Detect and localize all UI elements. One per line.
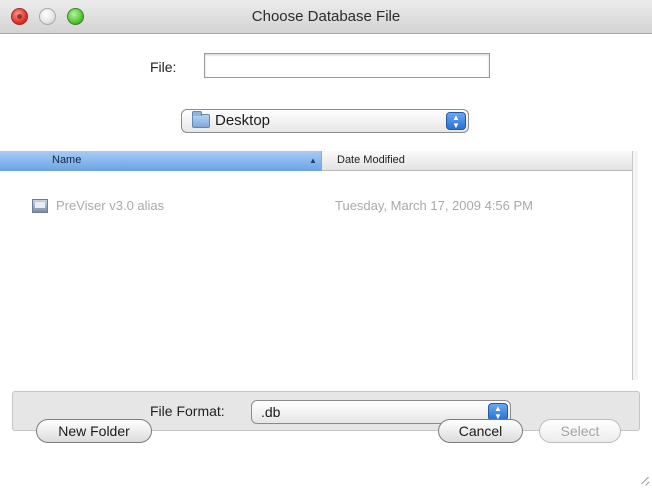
sort-ascending-icon: ▲ [309,156,317,165]
cancel-button[interactable]: Cancel [438,419,523,443]
alias-icon [32,199,48,213]
file-list-header: Name ▲ Date Modified [0,151,632,171]
select-button[interactable]: Select [539,419,621,443]
title-bar[interactable]: Choose Database File [0,0,652,34]
list-item-name: PreViser v3.0 alias [56,198,165,213]
file-format-value: .db [261,404,281,420]
location-popup[interactable]: Desktop ▲ ▼ [181,109,469,133]
list-item-date: Tuesday, March 17, 2009 4:56 PM [335,198,533,213]
file-list[interactable]: PreViser v3.0 alias Tuesday, March 17, 2… [0,172,632,380]
file-format-label: File Format: [150,403,225,419]
window-title: Choose Database File [251,8,401,25]
popup-stepper-icon: ▲ ▼ [446,112,466,130]
location-label: Desktop [215,112,271,129]
folder-icon [192,111,210,128]
new-folder-button[interactable]: New Folder [36,419,152,443]
file-name-input[interactable] [204,53,490,78]
column-header-name-label: Name [52,154,82,166]
column-header-date-modified[interactable]: Date Modified [337,154,405,166]
resize-grip[interactable] [640,476,650,486]
file-list-scrollbar[interactable] [632,151,638,380]
column-header-name[interactable]: Name ▲ [0,151,322,171]
list-item[interactable]: PreViser v3.0 alias Tuesday, March 17, 2… [0,192,632,218]
file-label: File: [150,59,177,75]
